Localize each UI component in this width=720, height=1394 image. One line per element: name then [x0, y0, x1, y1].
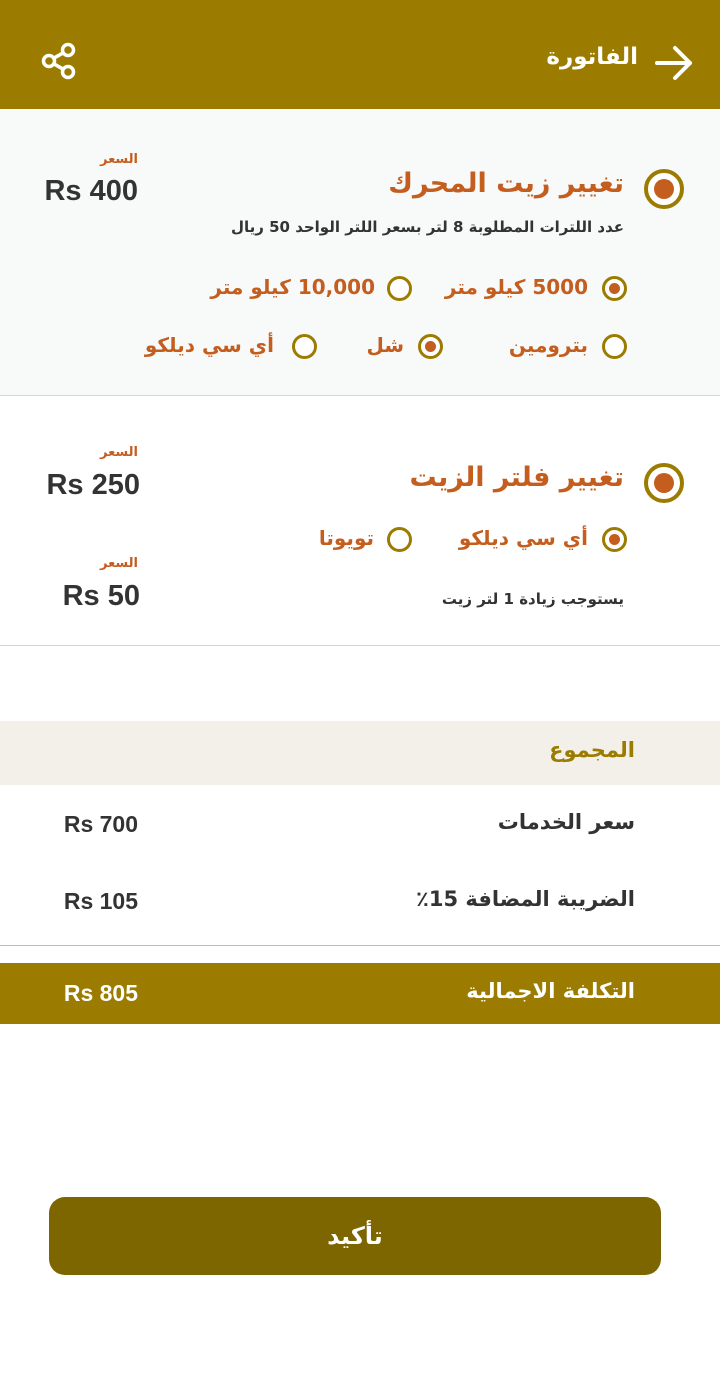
- extra-price: Rs 50: [62, 580, 140, 612]
- oil-brand-radio[interactable]: [418, 334, 443, 359]
- vat-label: الضريبة المضافة 15٪: [416, 887, 635, 911]
- summary-title: المجموع: [549, 738, 635, 762]
- service-filter-price-label: السعر: [100, 445, 138, 460]
- service-oil-title: تغيير زيت المحرك: [388, 168, 624, 199]
- oil-brand-label[interactable]: بترومين: [509, 333, 588, 357]
- filter-brand-label[interactable]: تويوتا: [319, 526, 374, 550]
- page-title: الفاتورة: [546, 44, 638, 70]
- mileage-option-label[interactable]: 10,000 كيلو متر: [210, 275, 375, 299]
- filter-brand-radio[interactable]: [602, 527, 627, 552]
- service-oil-price-label: السعر: [100, 152, 138, 167]
- service-filter-title: تغيير فلتر الزيت: [409, 462, 624, 493]
- service-oil-price: Rs 400: [44, 175, 138, 207]
- confirm-button[interactable]: تأكيد: [49, 1197, 661, 1275]
- extra-note: يستوجب زيادة 1 لتر زيت: [441, 590, 624, 608]
- service-filter-price: Rs 250: [46, 469, 140, 501]
- service-filter-radio[interactable]: [644, 463, 684, 503]
- oil-brand-radio[interactable]: [602, 334, 627, 359]
- vat-value: Rs 105: [63, 888, 138, 914]
- services-price-row: سعر الخدمات Rs 700: [0, 785, 720, 869]
- arrow-right-icon[interactable]: [653, 42, 695, 84]
- share-icon[interactable]: [40, 42, 78, 80]
- service-oil-radio[interactable]: [644, 169, 684, 209]
- oil-brand-radio[interactable]: [292, 334, 317, 359]
- app-header: الفاتورة: [0, 0, 720, 109]
- mileage-option-radio[interactable]: [387, 276, 412, 301]
- filter-brand-radio[interactable]: [387, 527, 412, 552]
- services-price-value: Rs 700: [63, 811, 138, 837]
- total-value: Rs 805: [63, 980, 138, 1006]
- extra-price-label: السعر: [100, 556, 138, 571]
- filter-brand-label[interactable]: أي سي ديلكو: [459, 526, 588, 550]
- mileage-option-label[interactable]: 5000 كيلو متر: [445, 275, 588, 299]
- oil-brand-label[interactable]: شل: [366, 333, 404, 357]
- vat-row: الضريبة المضافة 15٪ Rs 105: [0, 862, 720, 946]
- mileage-option-radio[interactable]: [602, 276, 627, 301]
- service-oil-filter: تغيير فلتر الزيت السعر Rs 250 أي سي ديلك…: [0, 397, 720, 646]
- total-label: التكلفة الاجمالية: [466, 979, 635, 1003]
- summary-header: المجموع: [0, 721, 720, 785]
- oil-brand-label[interactable]: أي سي ديلكو: [145, 333, 274, 357]
- service-oil-change: تغيير زيت المحرك عدد اللترات المطلوبة 8 …: [0, 109, 720, 396]
- total-row: التكلفة الاجمالية Rs 805: [0, 963, 720, 1024]
- service-oil-note: عدد اللترات المطلوبة 8 لتر بسعر اللتر ال…: [230, 218, 624, 236]
- services-price-label: سعر الخدمات: [497, 810, 635, 834]
